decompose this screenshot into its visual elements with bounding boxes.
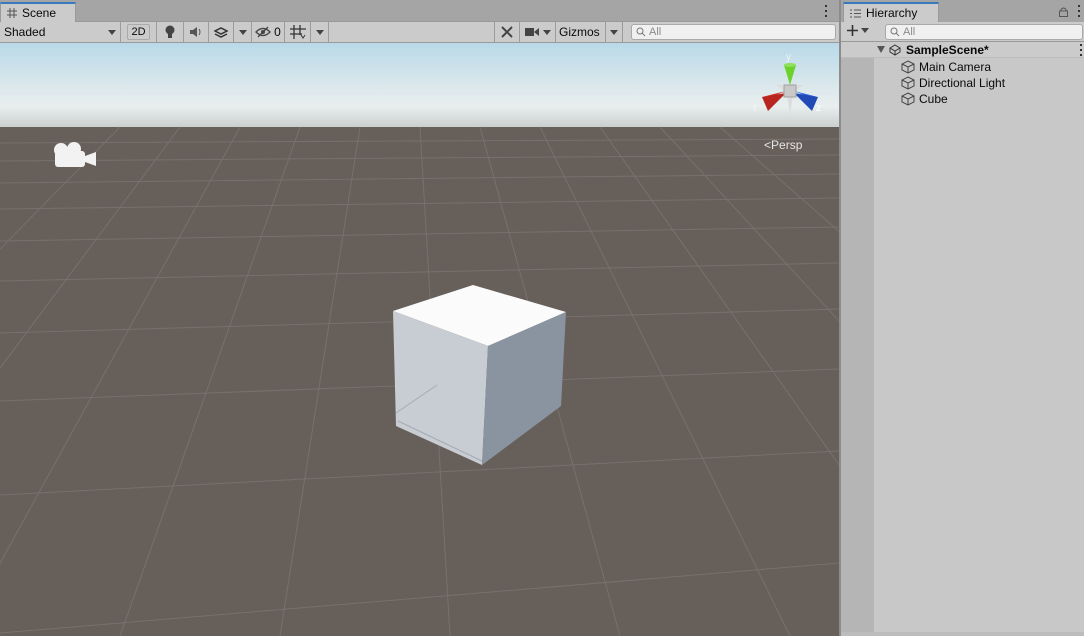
expand-arrow-icon[interactable] [877, 46, 885, 53]
chevron-down-icon [108, 29, 116, 35]
grid-icon [7, 8, 17, 18]
create-dropdown[interactable] [847, 25, 869, 36]
gizmos-dropdown[interactable] [606, 22, 623, 42]
tools-toggle[interactable] [494, 22, 520, 42]
grid-dropdown[interactable] [311, 22, 329, 42]
scene-viewport[interactable]: y x z <Persp [0, 43, 839, 636]
toggle-2d-button[interactable]: 2D [121, 22, 157, 42]
chevron-down-icon [542, 29, 551, 35]
visibility-icon [255, 26, 272, 38]
audio-icon [190, 27, 201, 37]
chevron-down-icon [238, 29, 247, 35]
axis-label-x: x [754, 103, 756, 114]
effects-toggle[interactable] [209, 22, 234, 42]
hierarchy-menu-icon[interactable] [1075, 5, 1083, 17]
chevron-down-icon [315, 29, 324, 35]
lighting-icon [165, 25, 175, 38]
scene-visibility-toggle[interactable]: 0 [252, 22, 285, 42]
gizmos-label: Gizmos [559, 25, 600, 39]
scene-toolbar: Shaded 2D 0 Gizmos All [0, 22, 839, 43]
tab-hierarchy[interactable]: Hierarchy [843, 2, 939, 22]
shading-mode-value: Shaded [4, 25, 46, 39]
camera-gizmo-icon[interactable] [52, 139, 98, 173]
effects-icon [214, 26, 228, 38]
scene-name: SampleScene* [906, 43, 989, 57]
persp-label: Persp [771, 138, 803, 152]
orientation-gizmo[interactable]: y x z [754, 51, 826, 123]
tools-icon [501, 26, 513, 38]
lighting-toggle[interactable] [157, 22, 184, 42]
gameobject-icon [901, 92, 915, 106]
camera-settings-button[interactable] [520, 22, 556, 42]
shading-mode-dropdown[interactable]: Shaded [0, 22, 121, 42]
gizmos-button[interactable]: Gizmos [556, 22, 606, 42]
scene-tabbar: Scene [0, 0, 839, 22]
grid-snap-toggle[interactable] [285, 22, 311, 42]
effects-dropdown[interactable] [234, 22, 252, 42]
search-icon [636, 27, 646, 37]
scene-menu-icon[interactable] [822, 5, 830, 17]
hierarchy-panel: Hierarchy All SampleScene* Main Camera D… [839, 0, 1084, 636]
hierarchy-bottom-bar [841, 632, 1084, 636]
scene-search-placeholder: All [649, 26, 662, 38]
scene-search-input[interactable]: All [631, 24, 836, 40]
tab-scene-label: Scene [22, 6, 57, 20]
scene-row[interactable]: SampleScene* [841, 42, 1084, 58]
chevron-down-icon [861, 28, 869, 33]
hierarchy-search-placeholder: All [903, 26, 916, 38]
camera-icon [524, 28, 539, 36]
hierarchy-item[interactable]: Cube [901, 91, 948, 107]
hierarchy-toolbar: All [841, 22, 1084, 42]
cube-object[interactable] [390, 283, 570, 468]
hierarchy-search-input[interactable]: All [885, 24, 1083, 40]
scene-panel: Scene Shaded 2D 0 Gizmos All y z <Persp [0, 0, 839, 636]
persp-toggle[interactable]: <Persp [764, 138, 802, 152]
grid-snap-icon [289, 25, 306, 39]
toggle-2d-label: 2D [127, 24, 150, 40]
axis-label-y: y [786, 52, 791, 63]
axis-label-z: z [816, 103, 821, 114]
hidden-count: 0 [274, 25, 281, 39]
persp-chevron-icon: < [764, 138, 772, 152]
hierarchy-item-label: Main Camera [919, 60, 992, 74]
unity-editor: Scene Shaded 2D 0 Gizmos All y z <Persp … [0, 0, 1084, 636]
hierarchy-item[interactable]: Main Camera [901, 59, 991, 75]
unity-scene-icon [889, 44, 901, 56]
add-icon [847, 25, 858, 36]
scene-row-menu-icon[interactable] [1077, 44, 1084, 56]
gameobject-icon [901, 76, 915, 90]
hierarchy-list: SampleScene* Main Camera Directional Lig… [841, 42, 1084, 632]
search-icon [890, 27, 900, 37]
tab-hierarchy-label: Hierarchy [866, 6, 918, 20]
lock-icon[interactable] [1059, 7, 1068, 17]
hierarchy-item-label: Cube [919, 92, 948, 106]
hierarchy-gutter [841, 42, 874, 632]
tab-scene[interactable]: Scene [0, 2, 76, 22]
audio-toggle[interactable] [184, 22, 209, 42]
hierarchy-item[interactable]: Directional Light [901, 75, 1005, 91]
list-icon [850, 9, 861, 17]
gameobject-icon [901, 60, 915, 74]
chevron-down-icon [610, 29, 618, 35]
hierarchy-item-label: Directional Light [919, 76, 1006, 90]
